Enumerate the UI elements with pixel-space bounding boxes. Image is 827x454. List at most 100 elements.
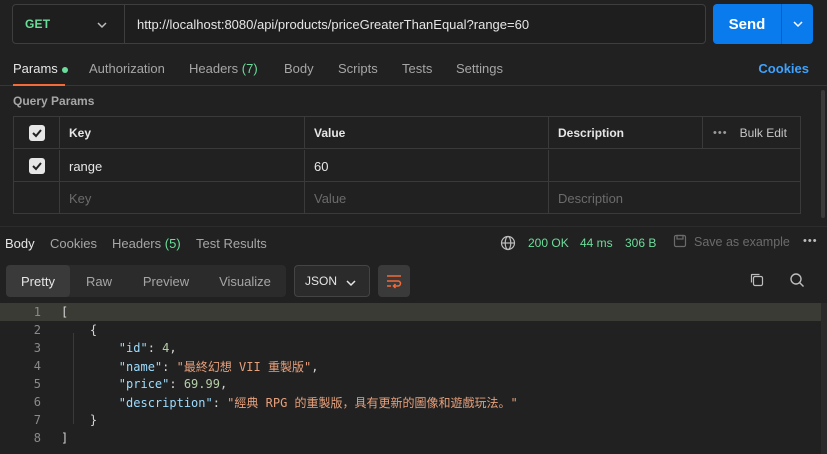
chevron-down-icon	[346, 280, 356, 287]
tab-response-cookies[interactable]: Cookies	[50, 236, 97, 251]
word-wrap-button[interactable]	[378, 265, 410, 297]
headers-count: (7)	[241, 61, 258, 76]
tab-response-body[interactable]: Body	[5, 236, 35, 251]
tab-params-label: Params	[13, 61, 58, 76]
json-key: "id"	[118, 341, 148, 355]
bulk-edit-button[interactable]: ••• Bulk Edit	[702, 117, 800, 149]
tab-body[interactable]: Body	[284, 61, 314, 76]
column-description: Description	[548, 117, 702, 149]
param-enabled-cell	[14, 150, 59, 182]
wrap-lines-icon	[387, 275, 402, 289]
json-string: "最終幻想 VII 重製版"	[176, 359, 312, 374]
new-value-field[interactable]: Value	[304, 182, 548, 214]
code-text: "price": 69.99,	[118, 377, 228, 391]
code-text: }	[61, 413, 98, 427]
more-icon: •••	[713, 127, 728, 139]
params-header-row: Key Value Description ••• Bulk Edit	[14, 117, 800, 149]
tab-params[interactable]: Params	[13, 61, 68, 76]
copy-icon[interactable]	[749, 272, 765, 288]
param-enabled-checkbox[interactable]	[28, 158, 45, 174]
tab-tests[interactable]: Tests	[402, 61, 432, 76]
response-headers-count: (5)	[164, 236, 181, 251]
param-value-field[interactable]: 60	[304, 150, 548, 182]
column-key: Key	[59, 117, 304, 149]
line-number: 7	[33, 413, 41, 427]
tab-test-results[interactable]: Test Results	[196, 236, 267, 251]
json-key: "description"	[118, 395, 213, 410]
response-tabs: Body Cookies Headers (5) Test Results 20…	[0, 226, 827, 258]
send-button-group: Send	[713, 4, 813, 44]
code-line: 4 "name": "最終幻想 VII 重製版",	[0, 357, 821, 375]
code-text: "name": "最終幻想 VII 重製版",	[118, 359, 319, 374]
param-description-field[interactable]	[548, 150, 800, 182]
view-mode-raw[interactable]: Raw	[70, 265, 128, 297]
format-select[interactable]: JSON	[294, 265, 370, 297]
save-as-example-button[interactable]: Save as example	[694, 235, 790, 249]
code-text: {	[61, 323, 98, 337]
bulk-edit-label: Bulk Edit	[739, 126, 787, 140]
tab-response-headers-label: Headers	[112, 236, 162, 251]
json-key: "name"	[118, 359, 163, 374]
line-number: 2	[33, 323, 41, 337]
code-line: 8 ]	[0, 429, 821, 447]
code-text: [	[61, 305, 69, 319]
json-string: "經典 RPG 的重製版，具有更新的圖像和遊戲玩法。"	[227, 395, 518, 410]
line-number: 6	[33, 395, 41, 409]
select-all-checkbox[interactable]	[28, 125, 45, 141]
view-mode-visualize[interactable]: Visualize	[204, 265, 286, 297]
param-key-field[interactable]: range	[59, 150, 304, 182]
response-size[interactable]: 306 B	[625, 236, 656, 250]
status-code[interactable]: 200 OK	[528, 236, 569, 250]
json-number: 69.99	[183, 377, 220, 391]
editor-scrollbar[interactable]	[821, 303, 827, 454]
url-bar: GET http://localhost:8080/api/products/p…	[12, 4, 706, 44]
code-line: 6 "description": "經典 RPG 的重製版，具有更新的圖像和遊戲…	[0, 393, 821, 411]
param-row: range 60	[14, 150, 800, 182]
globe-icon[interactable]	[500, 235, 516, 251]
request-tabs: Params Authorization Headers (7) Body Sc…	[0, 52, 827, 86]
tab-headers-label: Headers	[189, 61, 239, 76]
line-number: 1	[33, 305, 41, 319]
check-icon	[31, 129, 42, 138]
format-label: JSON	[305, 274, 338, 288]
request-scrollbar[interactable]	[821, 90, 825, 218]
line-number: 5	[33, 377, 41, 391]
view-mode-pretty[interactable]: Pretty	[6, 265, 70, 297]
chevron-down-icon	[792, 21, 803, 28]
code-line: 5 "price": 69.99,	[0, 375, 821, 393]
send-button[interactable]: Send	[713, 4, 781, 44]
cookies-link[interactable]: Cookies	[758, 61, 809, 76]
code-line: 3 "id": 4,	[0, 339, 821, 357]
active-tab-underline	[13, 84, 65, 86]
new-key-field[interactable]: Key	[59, 182, 304, 214]
select-all-cell	[14, 117, 59, 149]
tab-scripts[interactable]: Scripts	[338, 61, 378, 76]
params-table: Key Value Description ••• Bulk Edit rang…	[13, 116, 801, 214]
param-new-checkbox-cell	[14, 182, 59, 214]
send-options-button[interactable]	[782, 4, 813, 44]
view-mode-preview[interactable]: Preview	[128, 265, 204, 297]
code-text: "id": 4,	[118, 341, 177, 355]
code-text: "description": "經典 RPG 的重製版，具有更新的圖像和遊戲玩法…	[118, 395, 518, 410]
method-select[interactable]: GET	[13, 5, 125, 43]
url-input[interactable]: http://localhost:8080/api/products/price…	[125, 17, 529, 32]
tab-response-headers[interactable]: Headers (5)	[112, 236, 181, 251]
json-key: "price"	[118, 377, 170, 391]
code-line: 2 {	[0, 321, 821, 339]
column-value: Value	[304, 117, 548, 149]
code-line: 7 }	[0, 411, 821, 429]
more-options-icon[interactable]: •••	[803, 235, 818, 247]
save-icon	[673, 234, 687, 248]
new-description-field[interactable]: Description	[548, 182, 800, 214]
tab-headers[interactable]: Headers (7)	[189, 61, 258, 76]
search-icon[interactable]	[789, 272, 805, 288]
response-body-editor[interactable]: 1 [ 2 { 3 "id": 4, 4 "name": "最終幻想 VII 重…	[0, 303, 827, 454]
tab-authorization[interactable]: Authorization	[89, 61, 165, 76]
param-new-row: Key Value Description	[14, 182, 800, 214]
method-label: GET	[25, 17, 51, 31]
response-time[interactable]: 44 ms	[580, 236, 613, 250]
query-params-label: Query Params	[13, 94, 95, 108]
code-text: ]	[61, 431, 69, 445]
params-indicator-dot	[61, 66, 68, 73]
tab-settings[interactable]: Settings	[456, 61, 503, 76]
